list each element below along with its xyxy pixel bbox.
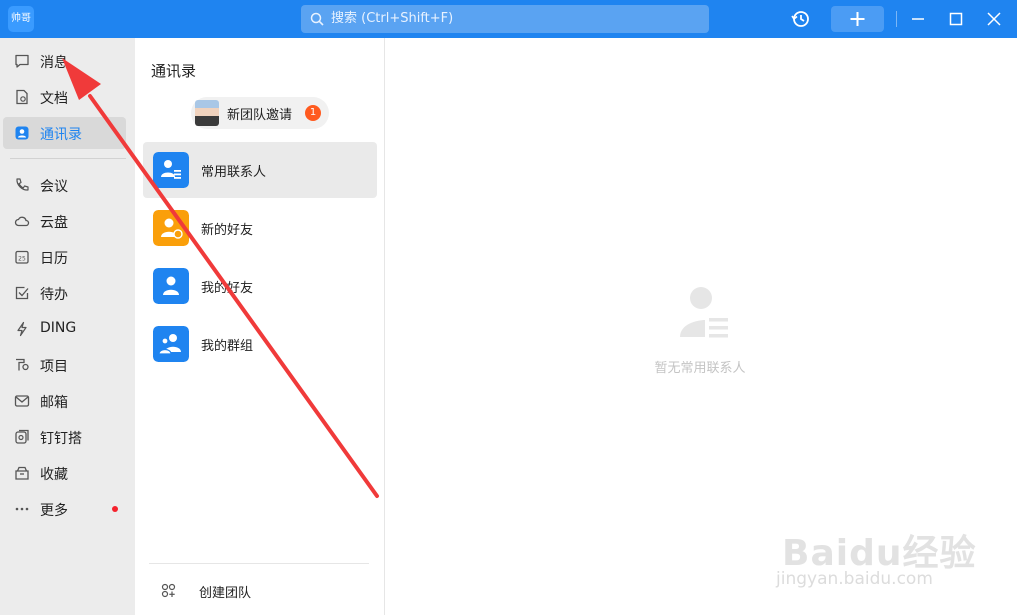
list-item-label: 我的好友 [201,281,254,296]
maximize-icon[interactable] [945,8,967,30]
create-team-icon [161,583,176,598]
new-team-invite-button[interactable]: 新团队邀请 1 [191,97,329,129]
frequent-contacts-icon [153,152,189,188]
my-friends-icon [153,268,189,304]
chat-bubble-icon [15,54,29,68]
sidebar-item-label: 收藏 [40,467,68,483]
sidebar-item-label: 邮箱 [40,395,68,411]
lightning-icon [17,321,27,337]
user-avatar[interactable]: 帅哥 [8,6,34,32]
list-item-label: 我的群组 [201,339,254,354]
mail-icon [14,395,30,407]
sidebar-item-label: 通讯录 [40,127,82,143]
empty-state-text: 暂无常用联系人 [654,361,746,376]
panel-divider [149,563,369,564]
search-placeholder: 搜索 (Ctrl+Shift+F) [331,11,454,26]
minimize-icon[interactable] [907,8,929,30]
list-item-frequent-contacts[interactable]: 常用联系人 [143,142,377,198]
create-team-button[interactable]: 创建团队 [159,580,289,604]
sidebar-item-label: 待办 [40,287,68,303]
search-box[interactable]: 搜索 (Ctrl+Shift+F) [301,5,709,33]
sidebar-item-todo[interactable]: 待办 [3,277,126,309]
invite-label: 新团队邀请 [227,108,293,123]
sidebar-item-contacts[interactable]: 通讯录 [3,117,126,149]
calendar-icon: 25 [15,250,29,264]
sidebar-item-label: 日历 [40,251,68,267]
sidebar-item-label: 文档 [40,91,68,107]
watermark: Baidu经验 jingyan.baidu.com [776,520,980,610]
plus-icon [850,12,865,26]
phone-icon [16,178,29,191]
page-title: 通讯录 [151,62,197,80]
sidebar-item-label: 云盘 [40,215,68,231]
sidebar-item-favorites[interactable]: 收藏 [3,457,126,489]
sidebar-item-calendar[interactable]: 25 日历 [3,241,126,273]
sidebar-item-label: DING [40,320,77,336]
document-icon [16,89,28,105]
svg-text:25: 25 [18,256,26,263]
sidebar-item-cloud-drive[interactable]: 云盘 [3,205,126,237]
add-button[interactable] [831,6,884,32]
empty-contacts-icon [680,287,728,338]
sidebar-item-more[interactable]: 更多 [3,493,126,525]
cloud-icon [14,216,30,227]
list-item-label: 常用联系人 [201,165,267,180]
close-icon[interactable] [983,8,1005,30]
more-icon [15,507,29,511]
build-icon [15,429,29,444]
create-team-label: 创建团队 [199,586,252,601]
watermark-url: jingyan.baidu.com [776,569,933,589]
title-bar: 帅哥 搜索 (Ctrl+Shift+F) [0,0,1017,38]
checkbox-icon [15,286,29,300]
list-item-label: 新的好友 [201,223,254,238]
sidebar-item-messages[interactable]: 消息 [3,45,126,77]
search-icon [310,12,324,26]
sidebar-item-ding[interactable]: DING [3,313,126,345]
invite-count-badge: 1 [305,105,321,121]
sidebar-item-dingda[interactable]: 钉钉搭 [3,421,126,453]
favorites-icon [15,466,29,480]
sidebar-item-label: 消息 [40,55,68,71]
sidebar-item-meeting[interactable]: 会议 [3,169,126,201]
list-item-my-groups[interactable]: 我的群组 [143,316,377,372]
titlebar-divider [896,11,897,27]
contacts-panel: 通讯录 新团队邀请 1 常用联系人 新的好友 我的好友 我的群组 创建团队 [135,38,385,615]
history-icon[interactable] [789,6,813,32]
sidebar: 消息 文档 通讯录 会议 云盘 25 日历 待办 DING 项目 邮箱 钉钉搭 … [0,38,135,615]
list-item-new-friends[interactable]: 新的好友 [143,200,377,256]
new-friends-icon [153,210,189,246]
list-item-my-friends[interactable]: 我的好友 [143,258,377,314]
sidebar-divider [10,158,126,159]
invite-avatar [195,100,219,126]
my-groups-icon [153,326,189,362]
sidebar-item-label: 更多 [40,503,68,519]
sidebar-item-label: 会议 [40,179,68,195]
sidebar-item-docs[interactable]: 文档 [3,81,126,113]
notification-dot [112,506,118,512]
project-icon [16,358,29,371]
contacts-icon [15,126,29,140]
sidebar-item-label: 钉钉搭 [40,431,82,447]
sidebar-item-project[interactable]: 项目 [3,349,126,381]
sidebar-item-mail[interactable]: 邮箱 [3,385,126,417]
sidebar-item-label: 项目 [40,359,68,375]
